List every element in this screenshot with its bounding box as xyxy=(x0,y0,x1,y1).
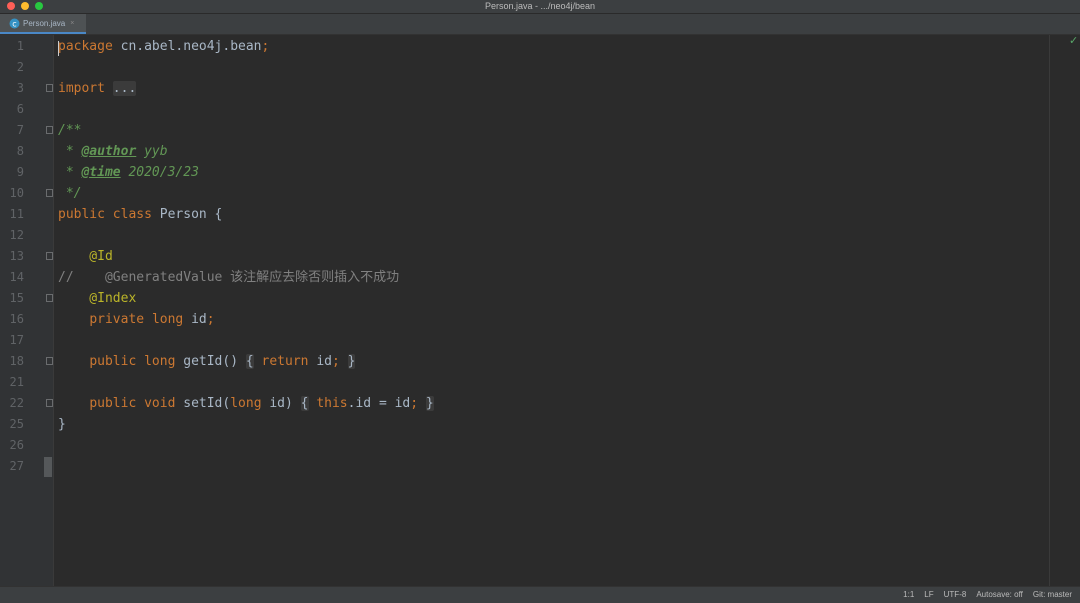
line-number: 17 xyxy=(9,333,24,347)
fold-toggle-icon[interactable] xyxy=(46,126,53,134)
line-number: 7 xyxy=(16,123,24,137)
code-line: 9 * @time 2020/3/23 xyxy=(0,162,1080,183)
line-number: 21 xyxy=(9,375,24,389)
line-number: 9 xyxy=(16,165,24,179)
code-text: package cn.abel.neo4j.bean; xyxy=(58,39,270,54)
fold-toggle-icon[interactable] xyxy=(46,252,53,260)
code-line: 21 xyxy=(0,372,1080,393)
editor-tab-bar: c Person.java × xyxy=(0,14,1080,35)
code-text: public void setId(long id) { this.id = i… xyxy=(89,396,434,411)
code-text: /** xyxy=(58,123,82,138)
line-number: 8 xyxy=(16,144,24,158)
code-line: 22 public void setId(long id) { this.id … xyxy=(0,393,1080,414)
code-line: 1 package cn.abel.neo4j.bean; xyxy=(0,36,1080,57)
code-text: * @time 2020/3/23 xyxy=(58,165,199,180)
line-number: 25 xyxy=(9,417,24,431)
code-text: import ... xyxy=(58,81,137,96)
line-number: 26 xyxy=(9,438,24,452)
line-number: 1 xyxy=(16,39,24,53)
code-line: 6 xyxy=(0,99,1080,120)
code-line: 10 */ xyxy=(0,183,1080,204)
status-bar: 1:1 LF UTF-8 Autosave: off Git: master xyxy=(0,586,1080,603)
code-line: 27 xyxy=(0,456,1080,477)
tab-close-icon[interactable]: × xyxy=(70,20,74,27)
code-line: 12 xyxy=(0,225,1080,246)
fold-toggle-icon[interactable] xyxy=(46,294,53,302)
line-number: 13 xyxy=(9,249,24,263)
fold-toggle-icon[interactable] xyxy=(46,357,53,365)
line-number: 22 xyxy=(9,396,24,410)
code-text: } xyxy=(58,417,66,432)
fold-toggle-icon[interactable] xyxy=(46,399,53,407)
code-text: */ xyxy=(58,186,82,201)
code-line: 26 xyxy=(0,435,1080,456)
code-line: 14 // @GeneratedValue 该注解应去除否则插入不成功 xyxy=(0,267,1080,288)
code-line: 8 * @author yyb xyxy=(0,141,1080,162)
window-title: Person.java - .../neo4j/bean xyxy=(484,1,596,11)
code-text: // @GeneratedValue 该注解应去除否则插入不成功 xyxy=(58,270,400,285)
line-number: 16 xyxy=(9,312,24,326)
code-line: 17 xyxy=(0,330,1080,351)
fold-toggle-icon[interactable] xyxy=(46,84,53,92)
code-line: 13 @Id xyxy=(0,246,1080,267)
tab-person-java[interactable]: c Person.java × xyxy=(0,14,86,34)
line-separator[interactable]: LF xyxy=(924,587,933,603)
java-class-icon: c xyxy=(9,18,20,28)
code-text: @Index xyxy=(58,291,137,306)
code-text: @Id xyxy=(58,249,113,264)
tab-label: Person.java xyxy=(23,18,66,28)
code-line: 25 } xyxy=(0,414,1080,435)
caret-position[interactable]: 1:1 xyxy=(903,587,914,603)
line-number: 14 xyxy=(9,270,24,284)
code-line: 11 public class Person { xyxy=(0,204,1080,225)
line-number: 15 xyxy=(9,291,24,305)
title-bar: Person.java - .../neo4j/bean xyxy=(0,0,1080,14)
code-line: 2 xyxy=(0,57,1080,78)
folded-imports[interactable]: ... xyxy=(112,81,137,96)
code-text: * @author yyb xyxy=(58,144,168,159)
line-number: 10 xyxy=(9,186,24,200)
code-line: 18 public long getId() { return id; } xyxy=(0,351,1080,372)
file-encoding[interactable]: UTF-8 xyxy=(944,587,967,603)
line-number: 2 xyxy=(16,60,24,74)
svg-text:c: c xyxy=(12,19,16,28)
code-line: 15 @Index xyxy=(0,288,1080,309)
code-line: 3 import ... xyxy=(0,78,1080,99)
code-text: public long getId() { return id; } xyxy=(89,354,356,369)
code-text: private long id; xyxy=(89,312,215,327)
line-number: 27 xyxy=(9,459,24,473)
code-text: public class Person { xyxy=(58,207,223,222)
code-editor[interactable]: ✓ 1 package cn.abel.neo4j.bean; 2 3 impo… xyxy=(0,35,1080,586)
line-number: 3 xyxy=(16,81,24,95)
line-number: 11 xyxy=(9,207,24,221)
line-number: 6 xyxy=(16,102,24,116)
fold-toggle-icon[interactable] xyxy=(46,189,53,197)
code-line: 7 /** xyxy=(0,120,1080,141)
line-number: 12 xyxy=(9,228,24,242)
autosave-status[interactable]: Autosave: off xyxy=(976,587,1023,603)
git-branch[interactable]: Git: master xyxy=(1033,587,1072,603)
code-line: 16 private long id; xyxy=(0,309,1080,330)
line-number: 18 xyxy=(9,354,24,368)
